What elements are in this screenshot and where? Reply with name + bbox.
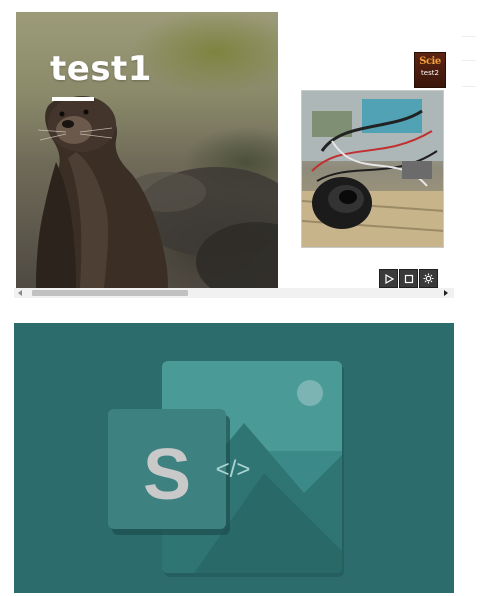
code-symbol: </> — [216, 456, 251, 483]
scroll-right-icon[interactable] — [444, 290, 448, 296]
scrollbar-thumb[interactable] — [32, 290, 188, 296]
main-photo-otter[interactable]: test1 — [16, 12, 278, 288]
image-gallery: test1 Scie test2 — [14, 12, 454, 302]
title-underline — [52, 97, 94, 101]
sway-letter: S — [143, 435, 191, 515]
play-icon — [384, 273, 394, 284]
thumbnail-caption: test2 — [421, 69, 439, 77]
gallery-controls — [379, 269, 438, 289]
settings-button[interactable] — [419, 269, 438, 288]
horizontal-scrollbar[interactable] — [14, 288, 454, 298]
sway-image-placeholder-icon: S </> — [108, 361, 344, 577]
divider — [462, 36, 476, 37]
play-button[interactable] — [379, 269, 398, 288]
side-photo-electronics[interactable] — [301, 90, 444, 248]
page: test1 Scie test2 S </> — [0, 0, 483, 596]
logo-art: Scie — [419, 56, 441, 67]
divider — [462, 86, 476, 87]
divider — [462, 60, 476, 61]
fullscreen-button[interactable] — [399, 269, 418, 288]
electronics-illustration — [302, 91, 443, 247]
scroll-left-icon[interactable] — [18, 290, 22, 296]
sway-placeholder-tile[interactable]: S </> — [14, 323, 454, 593]
gallery-title: test1 — [50, 49, 152, 89]
square-icon — [404, 274, 413, 283]
thumbnail-test2[interactable]: Scie test2 — [414, 52, 446, 88]
gear-icon — [423, 273, 434, 284]
